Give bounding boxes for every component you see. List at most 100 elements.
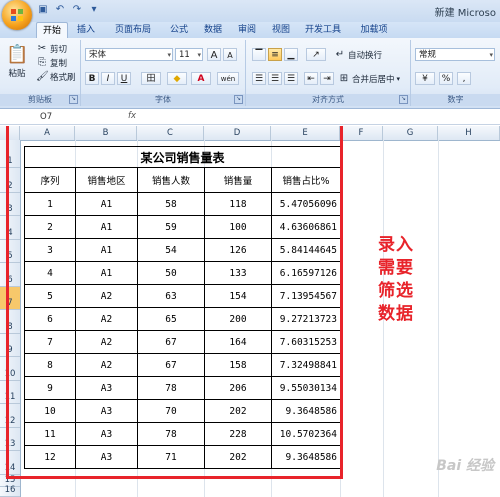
font-name-value: 宋体 — [89, 50, 107, 60]
cut-button[interactable]: ✂ 剪切 — [36, 43, 67, 55]
number-format-combo[interactable]: 常规 ▾ — [415, 48, 495, 61]
tab-review[interactable]: 审阅 — [234, 22, 260, 38]
align-top-button[interactable]: ▔ — [252, 48, 266, 61]
redo-icon[interactable]: ↷ — [70, 3, 84, 17]
merge-center-button[interactable]: ⊞ 合并后居中 ▾ — [338, 73, 400, 85]
text-orientation-icon: ↗ — [312, 50, 320, 60]
quick-access-toolbar: ▣ ↶ ↷ ▾ — [36, 3, 101, 17]
dialog-launcher-icon[interactable]: ↘ — [69, 95, 78, 104]
tab-formulas[interactable]: 公式 — [166, 22, 192, 38]
underline-button[interactable]: U — [117, 72, 131, 85]
chevron-down-icon: ▾ — [197, 51, 201, 59]
chevron-down-icon: ▾ — [167, 51, 171, 59]
save-icon[interactable]: ▣ — [36, 3, 50, 17]
row-header[interactable]: 16 — [0, 485, 20, 497]
font-size-combo[interactable]: 11 ▾ — [175, 48, 203, 61]
border-icon: 田 — [146, 74, 156, 84]
dialog-launcher-icon[interactable]: ↘ — [399, 95, 408, 104]
grow-font-button[interactable]: A — [207, 48, 221, 61]
align-middle-button[interactable]: ≡ — [268, 48, 282, 61]
merge-cells-icon: ⊞ — [339, 73, 349, 84]
wrap-text-label: 自动换行 — [348, 51, 383, 61]
font-group: 宋体 ▾ 11 ▾ A A B I U 田 ◆ A wén 字体 ↘ — [81, 40, 246, 106]
alignment-group: ▔ ≡ ▁ ↗ ↵ 自动换行 ☰ ☰ ☰ ⇤ ⇥ ⊞ 合并后居中 ▾ 对齐方式 ↘ — [246, 40, 411, 106]
format-painter-button[interactable]: 🖌 格式刷 — [36, 71, 76, 83]
tab-data[interactable]: 数据 — [200, 22, 226, 38]
copy-icon: ⎘ — [38, 57, 46, 68]
column-header[interactable]: F — [340, 126, 383, 140]
comma-button[interactable]: , — [457, 72, 471, 85]
name-box[interactable]: O7 — [0, 111, 108, 123]
watermark-logo: Bai 经验 — [436, 458, 494, 474]
tab-addins[interactable]: 加载项 — [356, 22, 392, 38]
tab-insert[interactable]: 插入 — [72, 22, 100, 38]
phonetic-icon: wén — [220, 75, 236, 83]
paintbrush-icon: 🖌 — [36, 71, 49, 82]
paste-label: 粘贴 — [8, 69, 26, 79]
fill-bucket-icon: ◆ — [173, 74, 181, 84]
dialog-launcher-icon[interactable]: ↘ — [234, 95, 243, 104]
border-button[interactable]: 田 — [141, 72, 161, 85]
number-group: 常规 ▾ ¥ % , 数字 — [411, 40, 500, 106]
chevron-down-icon: ▾ — [489, 51, 493, 59]
align-center-button[interactable]: ☰ — [268, 72, 282, 85]
formula-bar: O7 fx — [0, 110, 500, 125]
phonetic-button[interactable]: wén — [217, 72, 239, 85]
italic-button[interactable]: I — [101, 72, 115, 85]
worksheet-grid[interactable]: A B C D E F G H 1 2 3 4 5 6 7 8 9 10 11 … — [0, 126, 500, 497]
fx-icon[interactable]: fx — [128, 111, 136, 121]
ribbon-tabs: 开始 插入 页面布局 公式 数据 审阅 视图 开发工具 加载项 — [0, 22, 500, 39]
increase-indent-button[interactable]: ⇥ — [320, 72, 334, 85]
decrease-indent-button[interactable]: ⇤ — [304, 72, 318, 85]
tab-home[interactable]: 开始 — [36, 22, 68, 39]
align-top-icon: ▔ — [255, 50, 263, 60]
column-header[interactable]: H — [438, 126, 500, 140]
clipboard-group: 📋 粘贴 ✂ 剪切 ⎘ 复制 🖌 格式刷 剪贴板 ↘ — [0, 40, 81, 106]
copy-button[interactable]: ⎘ 复制 — [36, 57, 67, 69]
merge-center-label: 合并后居中 — [352, 75, 395, 85]
customize-qat-icon[interactable]: ▾ — [87, 3, 101, 17]
cut-label: 剪切 — [50, 45, 68, 55]
align-bottom-icon: ▁ — [287, 50, 295, 60]
tab-developer[interactable]: 开发工具 — [300, 22, 346, 38]
orientation-button[interactable]: ↗ — [306, 48, 326, 61]
paste-button[interactable]: 📋 粘贴 — [6, 44, 28, 79]
alignment-group-label: 对齐方式 — [246, 94, 410, 106]
align-right-button[interactable]: ☰ — [284, 72, 298, 85]
window-title: 新建 Microso — [434, 8, 496, 19]
office-logo-icon — [11, 9, 23, 21]
font-size-value: 11 — [179, 50, 190, 60]
annotation-line: 筛选 — [378, 281, 414, 301]
format-painter-label: 格式刷 — [50, 73, 76, 83]
number-group-label: 数字 — [411, 94, 500, 106]
shrink-font-button[interactable]: A — [223, 48, 237, 61]
percent-icon: % — [441, 74, 451, 84]
undo-icon[interactable]: ↶ — [53, 3, 67, 17]
chevron-down-icon: ▾ — [396, 75, 401, 83]
annotation-line: 数据 — [378, 304, 414, 324]
annotation-note: 录入 需要 筛选 数据 — [378, 234, 426, 326]
paste-icon: 📋 — [6, 44, 29, 65]
tab-view[interactable]: 视图 — [268, 22, 294, 38]
grow-font-icon: A — [210, 50, 218, 61]
wrap-text-button[interactable]: ↵ 自动换行 — [334, 49, 382, 61]
title-bar: ▣ ↶ ↷ ▾ 新建 Microso — [0, 0, 500, 30]
font-name-combo[interactable]: 宋体 ▾ — [85, 48, 173, 61]
column-header[interactable]: G — [383, 126, 438, 140]
accounting-format-button[interactable]: ¥ — [415, 72, 435, 85]
align-left-button[interactable]: ☰ — [252, 72, 266, 85]
align-center-icon: ☰ — [270, 74, 280, 84]
bold-icon: B — [88, 74, 96, 84]
percent-button[interactable]: % — [439, 72, 453, 85]
fill-color-button[interactable]: ◆ — [167, 72, 187, 85]
font-color-icon: A — [197, 74, 205, 84]
highlight-box — [6, 126, 343, 479]
bold-button[interactable]: B — [85, 72, 99, 85]
office-button[interactable] — [2, 0, 32, 30]
ribbon: 📋 粘贴 ✂ 剪切 ⎘ 复制 🖌 格式刷 剪贴板 ↘ 宋体 ▾ 11 ▾ A A B I … — [0, 38, 500, 109]
increase-indent-icon: ⇥ — [323, 74, 331, 84]
tab-page-layout[interactable]: 页面布局 — [108, 22, 158, 38]
font-color-button[interactable]: A — [191, 72, 211, 85]
align-bottom-button[interactable]: ▁ — [284, 48, 298, 61]
clipboard-group-label: 剪贴板 — [0, 94, 80, 106]
